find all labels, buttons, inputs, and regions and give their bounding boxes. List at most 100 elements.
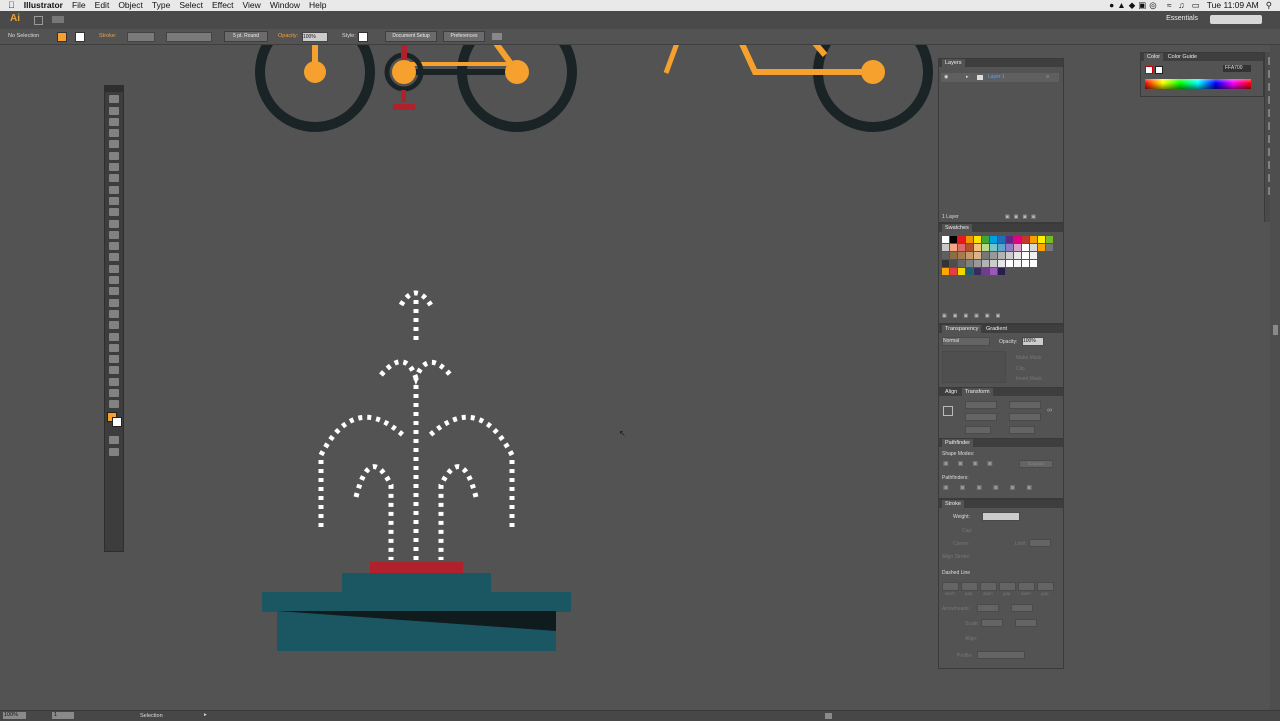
color-swatch[interactable] [942, 244, 949, 251]
selection-tool-icon[interactable] [109, 95, 119, 104]
color-swatch[interactable] [1014, 260, 1021, 267]
drawing-mode-icon[interactable] [109, 436, 119, 445]
fill-stroke-control[interactable] [107, 412, 122, 432]
tab-stroke[interactable]: Stroke [942, 500, 964, 508]
rotate-tool-icon[interactable] [109, 230, 119, 239]
menu-app-name[interactable]: Illustrator [24, 0, 63, 11]
color-swatch[interactable] [990, 236, 997, 243]
arrowhead-start-scale[interactable] [981, 619, 1003, 627]
arrowhead-end-scale[interactable] [1015, 619, 1037, 627]
tools-panel-header[interactable] [105, 86, 123, 92]
color-swatch[interactable] [1046, 236, 1053, 243]
color-swatch[interactable] [1014, 236, 1021, 243]
wifi-icon[interactable]: ≈ [1167, 0, 1172, 11]
fountain-upper-basin[interactable] [342, 573, 491, 593]
make-mask-button[interactable]: Make Mask [1016, 355, 1042, 361]
horizontal-scroll-thumb[interactable] [825, 713, 832, 719]
menu-effect[interactable]: Effect [212, 0, 234, 11]
zoom-tool-icon[interactable] [109, 400, 119, 409]
color-swatch[interactable] [950, 236, 957, 243]
color-swatch[interactable] [958, 244, 965, 251]
weight-field[interactable] [982, 512, 1020, 521]
color-swatch[interactable] [942, 252, 949, 259]
bicycle-left[interactable] [255, 12, 577, 132]
artboard-nav-field[interactable]: 1 [52, 712, 74, 719]
color-swatch[interactable] [974, 260, 981, 267]
color-swatch[interactable] [982, 244, 989, 251]
color-swatch[interactable] [1006, 252, 1013, 259]
bridge-icon[interactable] [34, 16, 43, 25]
menu-object[interactable]: Object [118, 0, 143, 11]
mesh-tool-icon[interactable] [109, 298, 119, 307]
color-swatch[interactable] [966, 252, 973, 259]
stroke-swatch[interactable] [75, 32, 85, 42]
document-setup-button[interactable]: Document Setup [385, 31, 437, 42]
color-swatch[interactable] [966, 236, 973, 243]
brush-definition[interactable]: 5 pt. Round [224, 31, 268, 42]
tab-gradient[interactable]: Gradient [983, 325, 1010, 333]
profile-select[interactable] [977, 651, 1025, 659]
fill-swatch[interactable] [57, 32, 67, 42]
color-swatch[interactable] [1006, 236, 1013, 243]
opacity-field[interactable]: 100% [302, 32, 328, 42]
blob-brush-tool-icon[interactable] [109, 208, 119, 217]
expand-button[interactable]: Expand [1019, 460, 1053, 468]
black-white-swatch-icon[interactable] [1155, 66, 1163, 74]
color-swatch[interactable] [942, 236, 949, 243]
color-swatch[interactable] [998, 244, 1005, 251]
menu-view[interactable]: View [243, 0, 261, 11]
color-swatch[interactable] [1038, 244, 1045, 251]
color-swatch[interactable] [990, 244, 997, 251]
color-swatch[interactable] [974, 244, 981, 251]
shape-builder-tool-icon[interactable] [109, 276, 119, 285]
color-swatch[interactable] [998, 236, 1005, 243]
color-swatch[interactable] [958, 252, 965, 259]
color-swatch[interactable] [998, 260, 1005, 267]
tab-color-guide[interactable]: Color Guide [1165, 53, 1200, 61]
lasso-tool-icon[interactable] [109, 129, 119, 138]
color-swatch[interactable] [1030, 236, 1037, 243]
visibility-eye-icon[interactable]: ◉ [944, 73, 948, 82]
color-swatch[interactable] [1030, 252, 1037, 259]
clip-checkbox[interactable]: Clip [1016, 366, 1025, 372]
color-swatch[interactable] [1030, 260, 1037, 267]
pen-tool-icon[interactable] [109, 140, 119, 149]
color-swatch[interactable] [998, 252, 1005, 259]
constrain-link-icon[interactable]: ∞ [1047, 407, 1052, 414]
dashed-line-checkbox[interactable]: Dashed Line [942, 570, 970, 576]
tab-pathfinder[interactable]: Pathfinder [942, 439, 974, 447]
tab-swatches[interactable]: Swatches [942, 224, 972, 232]
preferences-button[interactable]: Preferences [443, 31, 485, 42]
status-icons[interactable]: ●▲◆▣◎ [1109, 0, 1160, 11]
rotate-field[interactable] [965, 426, 991, 434]
stroke-label[interactable]: Stroke: [99, 33, 116, 39]
x-field[interactable] [965, 401, 997, 409]
shear-field[interactable] [1009, 426, 1035, 434]
menu-file[interactable]: File [72, 0, 86, 11]
gradient-tool-icon[interactable] [109, 309, 119, 318]
color-swatch[interactable] [1022, 244, 1029, 251]
width-field[interactable] [1009, 401, 1041, 409]
color-swatch[interactable] [1030, 244, 1037, 251]
apple-icon[interactable]:  [8, 0, 15, 11]
color-swatch[interactable] [1006, 244, 1013, 251]
arrowhead-start-select[interactable] [977, 604, 999, 612]
tab-transparency[interactable]: Transparency [942, 325, 982, 333]
tab-align[interactable]: Align [942, 388, 960, 396]
swatch-grid[interactable] [942, 236, 1058, 276]
color-swatch[interactable] [942, 260, 949, 267]
width-tool-icon[interactable] [109, 253, 119, 262]
shape-mode-buttons[interactable]: ▣▣▣▣ [943, 460, 1002, 467]
scale-tool-icon[interactable] [109, 242, 119, 251]
color-swatch[interactable] [1022, 260, 1029, 267]
color-swatch[interactable] [1022, 236, 1029, 243]
color-swatch[interactable] [1014, 244, 1021, 251]
color-swatch[interactable] [950, 268, 957, 275]
free-transform-tool-icon[interactable] [109, 264, 119, 273]
color-swatch[interactable] [1014, 252, 1021, 259]
color-swatch[interactable] [1022, 252, 1029, 259]
menu-select[interactable]: Select [179, 0, 203, 11]
magic-wand-tool-icon[interactable] [109, 117, 119, 126]
menu-type[interactable]: Type [152, 0, 170, 11]
opacity-value[interactable]: 100% [1022, 337, 1044, 346]
